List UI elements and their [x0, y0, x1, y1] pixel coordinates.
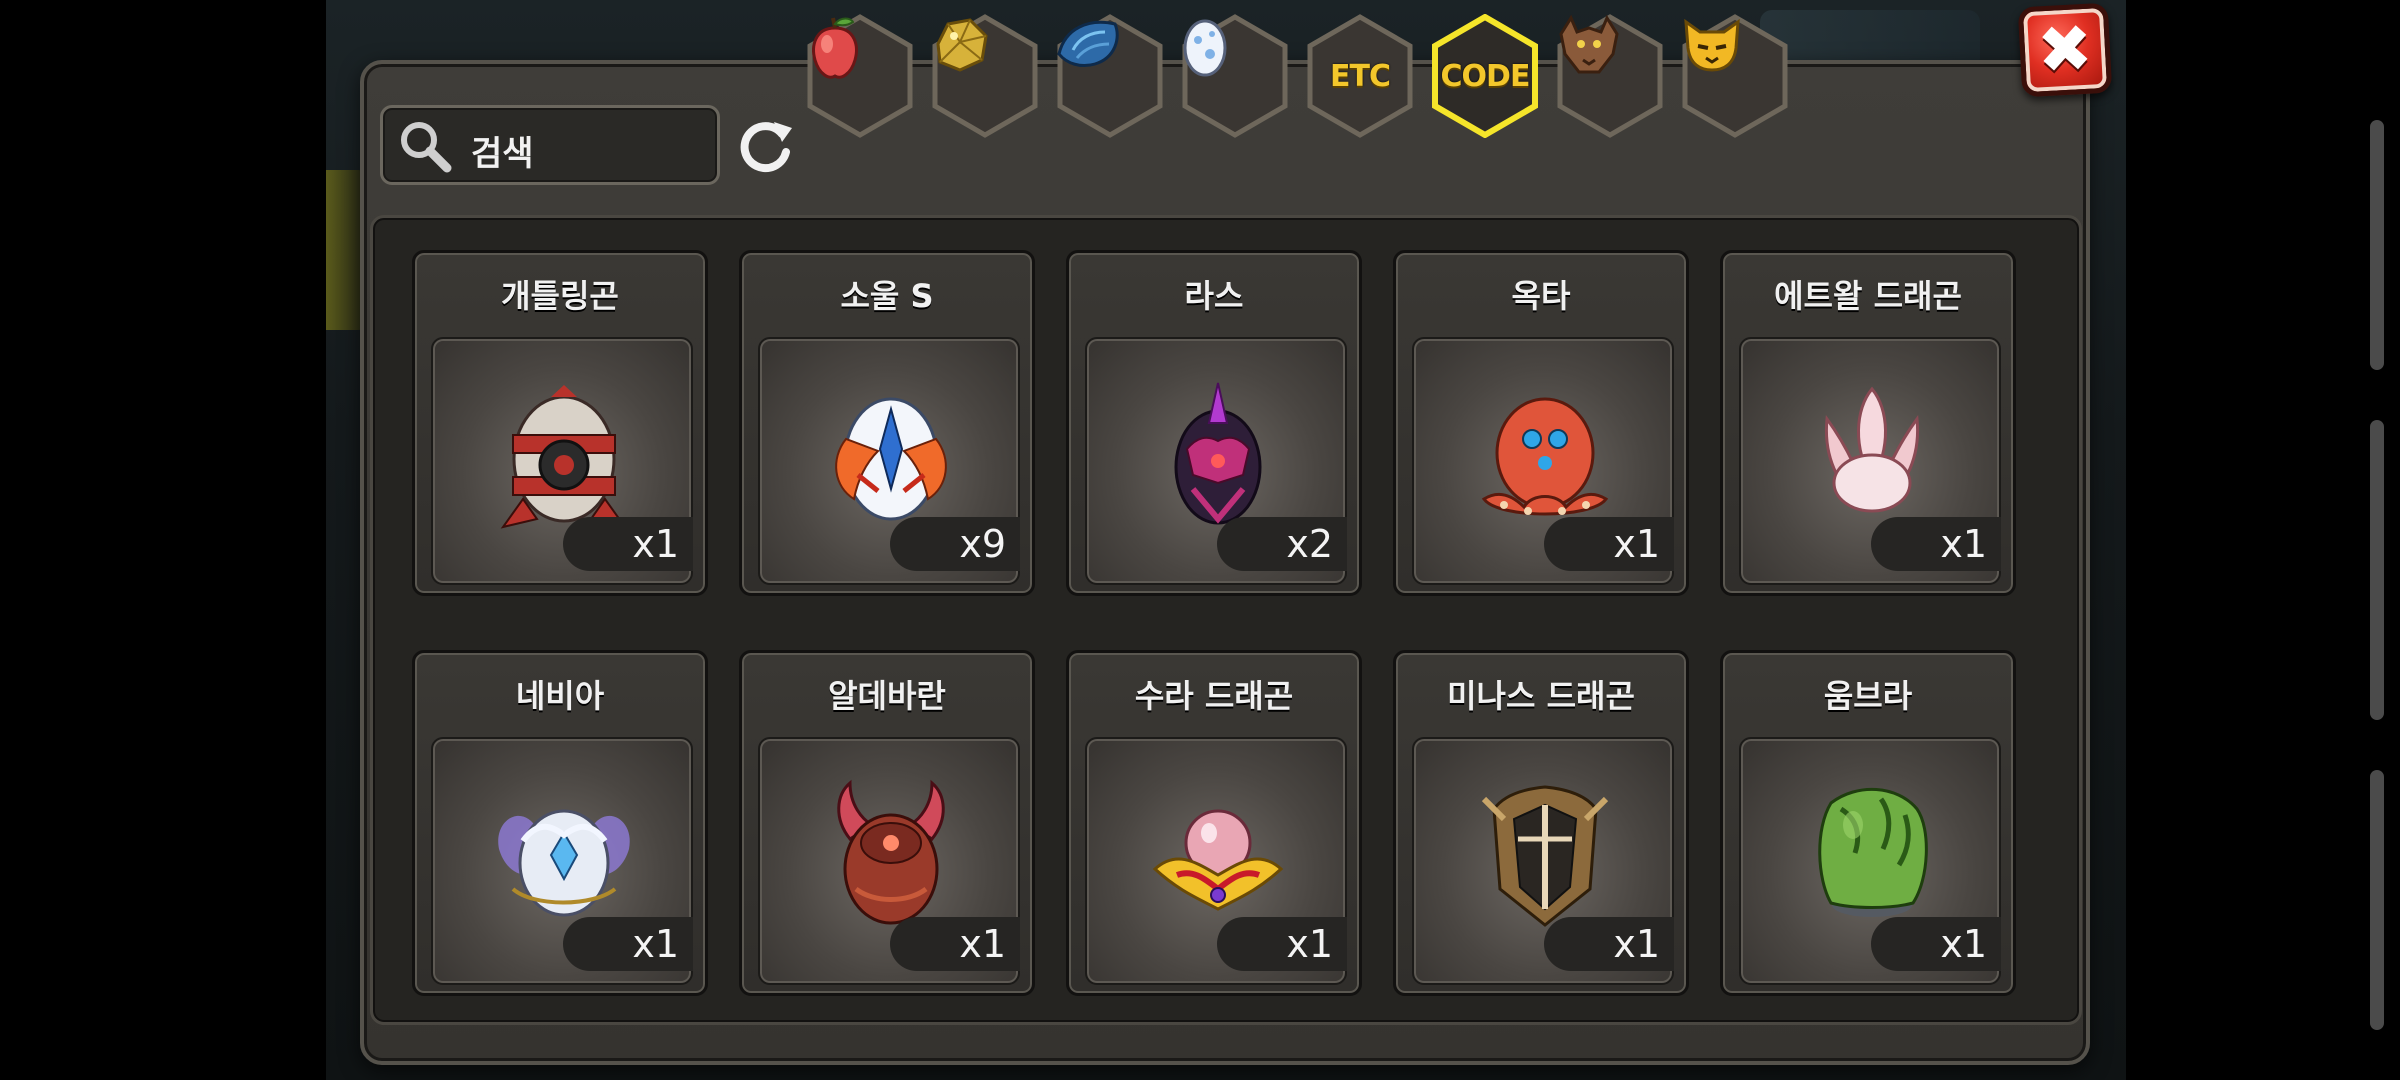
item-name: 수라 드래곤 [1134, 677, 1294, 715]
search-icon [401, 122, 452, 173]
refresh-button[interactable] [730, 110, 800, 180]
item-quantity: x1 [563, 917, 693, 971]
item-quantity: x2 [1217, 517, 1347, 571]
item-name: 미나스 드래곤 [1447, 677, 1635, 715]
item-name: 라스 [1184, 277, 1244, 315]
item-name: 소울 S [840, 277, 934, 315]
item-card[interactable]: 개틀링곤 x1 [412, 250, 708, 596]
tab-scale[interactable] [1055, 14, 1165, 138]
tab-code[interactable]: CODE [1430, 14, 1540, 138]
tab-egg[interactable] [1180, 14, 1290, 138]
scrollbar-segment[interactable] [2370, 120, 2384, 370]
item-card[interactable]: 움브라 x1 [1720, 650, 2016, 996]
close-button[interactable]: ✖ [2017, 2, 2113, 98]
cat-face-icon [1684, 18, 1740, 72]
item-slot: x1 [431, 737, 693, 985]
item-quantity: x1 [890, 917, 1020, 971]
item-slot: x1 [1412, 337, 1674, 585]
tab-fruit[interactable] [805, 14, 915, 138]
item-card[interactable]: 미나스 드래곤 x1 [1393, 650, 1689, 996]
item-name: 네비아 [515, 677, 605, 715]
egg-icon [1183, 19, 1227, 77]
gold-nugget-icon [936, 18, 988, 72]
item-slot: x1 [758, 737, 1020, 985]
mech-egg-icon [500, 385, 628, 529]
item-quantity: x1 [1544, 917, 1674, 971]
leaf-egg-icon [1818, 787, 1928, 917]
scrollbar-segment[interactable] [2370, 770, 2384, 1030]
close-icon: ✖ [2035, 9, 2095, 90]
wolf-icon [1559, 14, 1619, 74]
winged-egg-icon [835, 397, 947, 521]
tab-cat[interactable] [1680, 14, 1790, 138]
item-card[interactable]: 라스 x2 [1066, 250, 1362, 596]
tab-code-label: CODE [1440, 58, 1531, 94]
dark-horn-egg-icon [1174, 382, 1262, 525]
item-slot: x1 [1085, 737, 1347, 985]
item-slot: x1 [1739, 337, 2001, 585]
item-slot: x9 [758, 337, 1020, 585]
item-slot: x1 [1739, 737, 2001, 985]
search-label: 검색 [471, 134, 534, 174]
item-slot: x2 [1085, 337, 1347, 585]
item-quantity: x1 [1871, 517, 2001, 571]
item-name: 옥타 [1511, 277, 1571, 315]
item-card[interactable]: 소울 S x9 [739, 250, 1035, 596]
helmet-egg-icon [1481, 785, 1609, 927]
item-slot: x1 [431, 337, 693, 585]
pearl-gold-egg-icon [1152, 809, 1284, 911]
item-card[interactable]: 수라 드래곤 x1 [1066, 650, 1362, 996]
scrollbar-segment[interactable] [2370, 420, 2384, 720]
refresh-icon [740, 122, 792, 173]
horned-bull-egg-icon [837, 779, 945, 925]
lotus-egg-icon [1824, 386, 1920, 513]
item-card[interactable]: 에트왈 드래곤 x1 [1720, 250, 2016, 596]
crystal-wing-egg-icon [498, 809, 630, 917]
item-name: 개틀링곤 [501, 277, 619, 315]
item-name: 움브라 [1823, 677, 1913, 715]
item-card[interactable]: 알데바란 x1 [739, 650, 1035, 996]
item-card[interactable]: 네비아 x1 [412, 650, 708, 996]
item-slot: x1 [1412, 737, 1674, 985]
octopus-egg-icon [1481, 397, 1609, 516]
tab-etc-label: ETC [1330, 58, 1391, 94]
item-name: 에트왈 드래곤 [1774, 277, 1962, 315]
page-scrollbar[interactable] [2370, 70, 2384, 1080]
item-card[interactable]: 옥타 x1 [1393, 250, 1689, 596]
search-input[interactable]: 검색 [380, 105, 720, 185]
tab-wolf[interactable] [1555, 14, 1665, 138]
blue-scale-icon [1057, 20, 1119, 68]
item-name: 알데바란 [828, 677, 946, 715]
tab-etc[interactable]: ETC [1305, 14, 1415, 138]
item-quantity: x9 [890, 517, 1020, 571]
tab-gold[interactable] [930, 14, 1040, 138]
fruit-icon [812, 17, 858, 79]
item-quantity: x1 [563, 517, 693, 571]
item-quantity: x1 [1217, 917, 1347, 971]
item-quantity: x1 [1871, 917, 2001, 971]
item-quantity: x1 [1544, 517, 1674, 571]
